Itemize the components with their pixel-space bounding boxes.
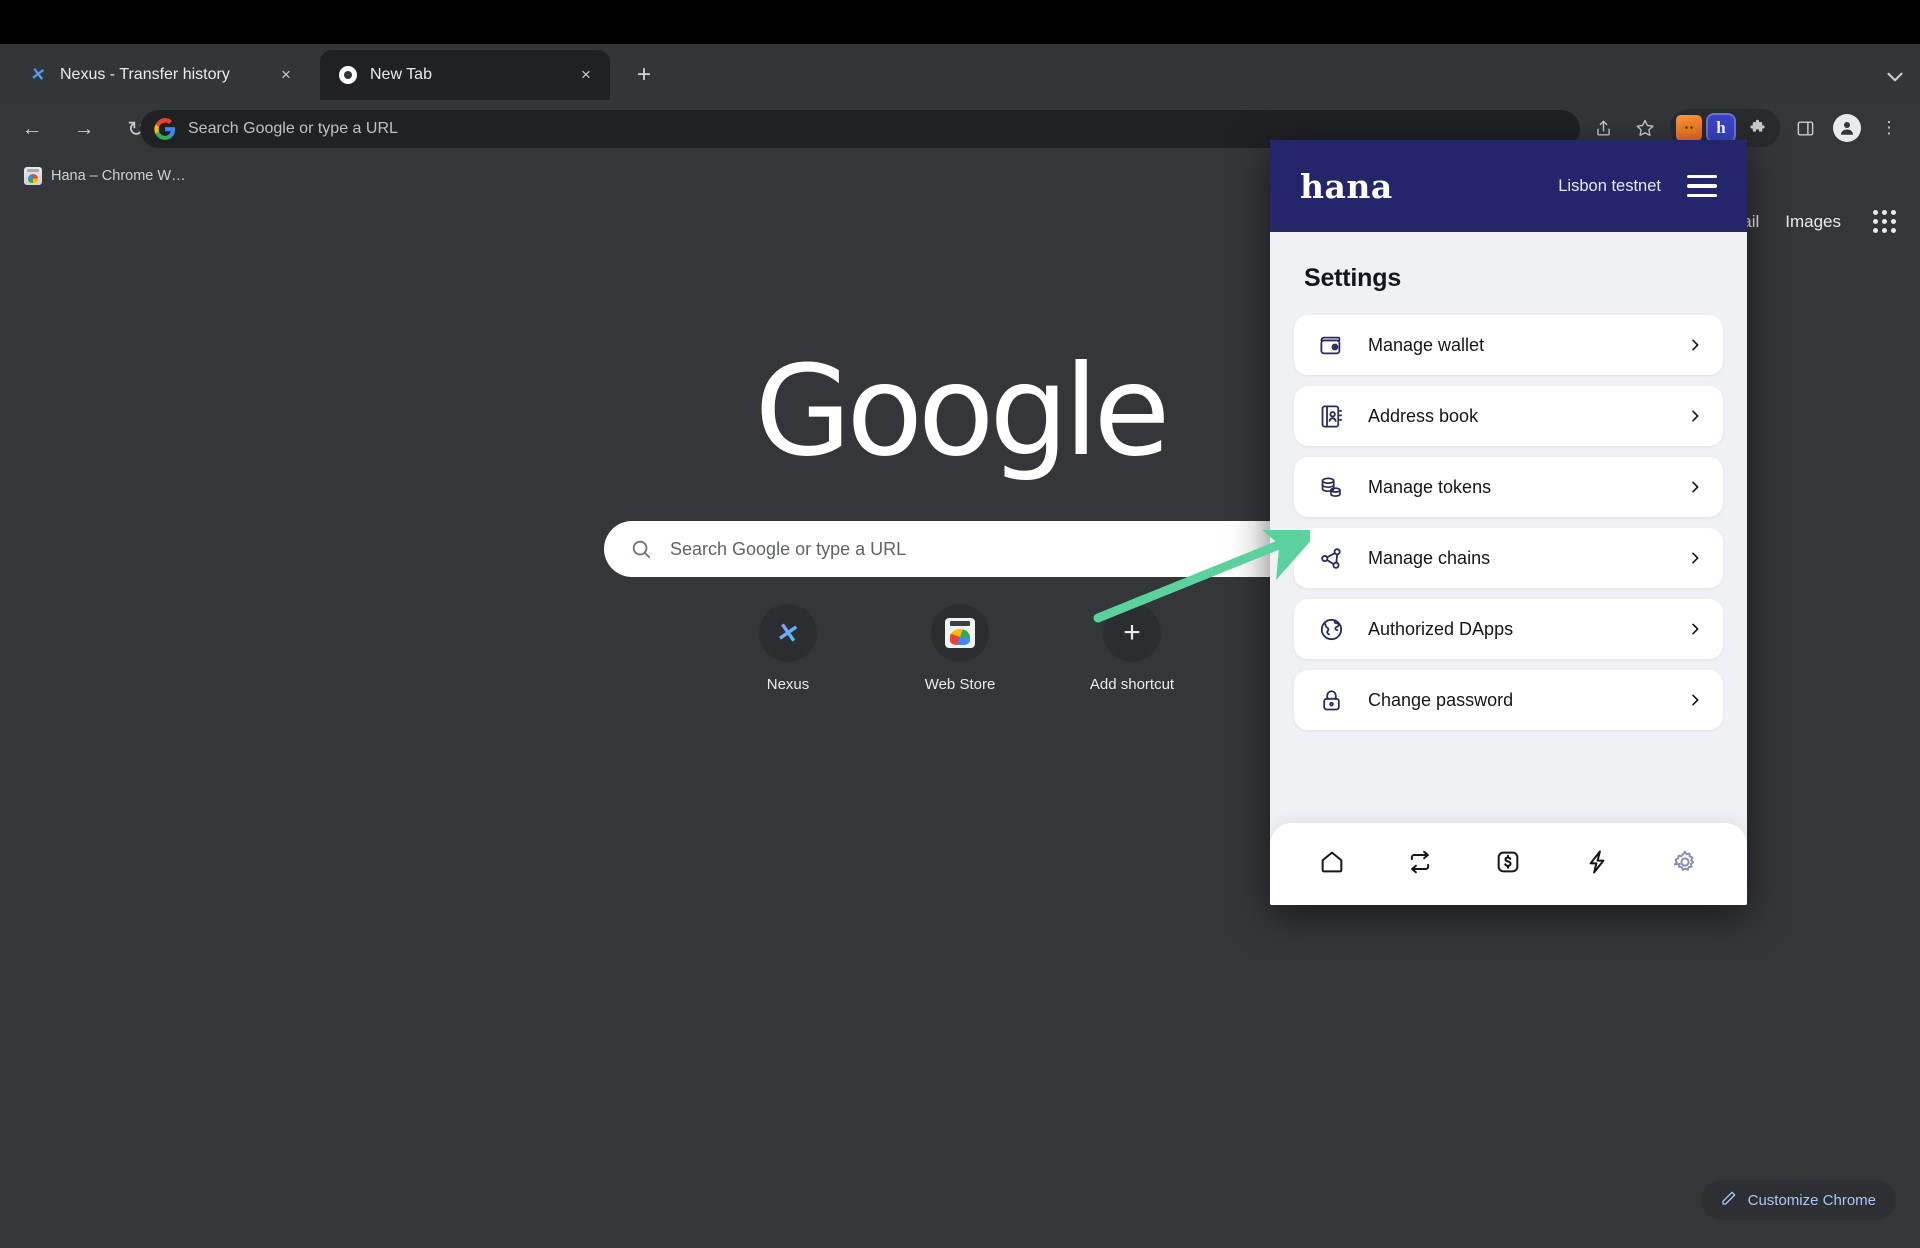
shortcut-add[interactable]: + Add shortcut	[1073, 604, 1191, 693]
chevron-right-icon	[1687, 621, 1703, 637]
chevron-right-icon	[1687, 550, 1703, 566]
swap-icon	[1406, 848, 1434, 881]
settings-item-label: Manage chains	[1368, 547, 1491, 568]
chevron-right-icon	[1687, 337, 1703, 353]
shortcut-web-store[interactable]: Web Store	[901, 604, 1019, 693]
hana-extension-icon[interactable]: h	[1706, 113, 1736, 143]
settings-item-label: Address book	[1368, 405, 1479, 426]
tab-close-button[interactable]: ×	[274, 63, 298, 87]
browser-menu-icon[interactable]: ⋮	[1872, 111, 1906, 145]
profile-avatar[interactable]	[1830, 111, 1864, 145]
nav-settings-button[interactable]	[1664, 843, 1706, 885]
metamask-extension-icon[interactable]	[1676, 115, 1702, 141]
shortcut-label: Nexus	[766, 676, 810, 693]
bookmark-item-hana[interactable]: Hana – Chrome W…	[16, 163, 194, 189]
address-book-icon	[1316, 401, 1346, 431]
chevron-down-icon[interactable]	[1882, 64, 1908, 90]
tab-new-tab[interactable]: New Tab ×	[320, 50, 610, 100]
back-button[interactable]: ←	[12, 109, 52, 149]
lock-icon	[1316, 685, 1346, 715]
settings-item-label: Authorized DApps	[1368, 618, 1514, 639]
popup-body: Settings Manage wallet Address book Mana…	[1270, 232, 1747, 905]
shortcut-nexus[interactable]: ✕ Nexus	[729, 604, 847, 693]
settings-item-label: Change password	[1368, 689, 1514, 710]
settings-item-manage-wallet[interactable]: Manage wallet	[1294, 315, 1723, 375]
plus-icon: +	[1103, 604, 1161, 662]
browser-window: ✕ Nexus - Transfer history × New Tab × +…	[0, 0, 1920, 1248]
search-icon	[630, 538, 652, 560]
popup-header: hana Lisbon testnet	[1270, 140, 1747, 232]
network-label[interactable]: Lisbon testnet	[1558, 177, 1661, 196]
customize-chrome-button[interactable]: Customize Chrome	[1700, 1180, 1896, 1220]
nexus-x-icon: ✕	[28, 64, 48, 85]
tab-strip: ✕ Nexus - Transfer history × New Tab × +	[0, 44, 1920, 100]
side-panel-icon[interactable]	[1788, 111, 1822, 145]
coins-icon	[1316, 472, 1346, 502]
chrome-webstore-icon	[931, 604, 989, 662]
google-header-links: ail Images	[1742, 210, 1896, 233]
settings-item-manage-chains[interactable]: Manage chains	[1294, 528, 1723, 588]
nav-buy-button[interactable]	[1487, 843, 1529, 885]
chevron-right-icon	[1687, 408, 1703, 424]
wallet-icon	[1316, 330, 1346, 360]
nav-home-button[interactable]	[1311, 843, 1353, 885]
nav-activity-button[interactable]	[1576, 843, 1618, 885]
network-nodes-icon	[1316, 543, 1346, 573]
shortcut-label: Add shortcut	[1089, 676, 1175, 693]
bottom-navigation-bar	[1270, 823, 1747, 905]
tab-close-button[interactable]: ×	[574, 63, 598, 87]
home-icon	[1318, 848, 1346, 881]
hana-extension-popup: hana Lisbon testnet Settings Manage wall…	[1270, 140, 1747, 905]
chevron-right-icon	[1687, 479, 1703, 495]
chrome-icon	[338, 65, 358, 85]
chrome-webstore-icon	[24, 167, 42, 185]
tab-title: Nexus - Transfer history	[60, 66, 230, 83]
nexus-x-icon: ✕	[759, 604, 817, 662]
address-bar-text: Search Google or type a URL	[188, 120, 398, 137]
apps-grid-icon[interactable]	[1873, 210, 1896, 233]
bolt-icon	[1583, 848, 1611, 881]
settings-item-manage-tokens[interactable]: Manage tokens	[1294, 457, 1723, 517]
settings-item-label: Manage wallet	[1368, 334, 1485, 355]
chevron-right-icon	[1687, 692, 1703, 708]
search-input[interactable]: Search Google or type a URL	[604, 521, 1316, 577]
bookmark-label: Hana – Chrome W…	[51, 168, 186, 184]
forward-button[interactable]: →	[64, 109, 104, 149]
page-title: Settings	[1304, 264, 1402, 292]
hana-logo: hana	[1300, 166, 1393, 206]
pencil-icon	[1721, 1190, 1737, 1210]
tab-title: New Tab	[370, 66, 432, 83]
window-title-strip	[0, 0, 1920, 44]
shortcut-label: Web Store	[924, 676, 996, 693]
dollar-box-icon	[1494, 848, 1522, 881]
new-tab-button[interactable]: +	[630, 62, 658, 90]
search-placeholder: Search Google or type a URL	[670, 538, 907, 559]
google-g-icon	[154, 118, 176, 140]
settings-item-label: Manage tokens	[1368, 476, 1492, 497]
hamburger-menu-icon[interactable]	[1687, 175, 1717, 197]
settings-item-authorized-dapps[interactable]: Authorized DApps	[1294, 599, 1723, 659]
globe-icon	[1316, 614, 1346, 644]
settings-item-change-password[interactable]: Change password	[1294, 670, 1723, 730]
settings-menu-list: Manage wallet Address book Manage tokens…	[1294, 315, 1723, 730]
customize-chrome-label: Customize Chrome	[1747, 1191, 1876, 1209]
tab-nexus-transfer-history[interactable]: ✕ Nexus - Transfer history ×	[10, 50, 310, 100]
settings-item-address-book[interactable]: Address book	[1294, 386, 1723, 446]
nav-swap-button[interactable]	[1399, 843, 1441, 885]
gear-icon	[1671, 848, 1699, 881]
images-link[interactable]: Images	[1785, 212, 1841, 232]
